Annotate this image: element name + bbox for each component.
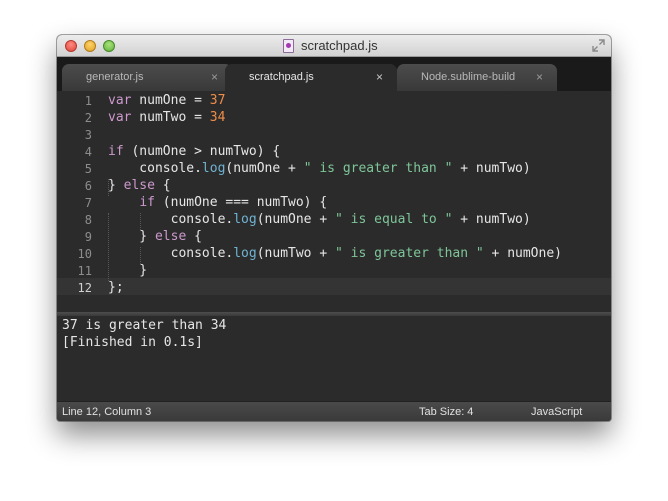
minimize-window-button[interactable] [84,40,96,52]
code-line: console.log(numTwo + " is greater than "… [108,246,562,261]
line-number-current: 12 [77,281,92,295]
tab-label: Node.sublime-build [421,71,516,83]
code-line: var numOne = 37 [108,93,226,108]
tab-close-icon[interactable]: × [536,70,543,84]
line-number: 4 [84,145,92,159]
code-line: if (numOne > numTwo) { [108,144,281,159]
fullscreen-icon[interactable] [592,39,605,52]
editor-window: scratchpad.js generator.js × Node.sublim… [57,35,611,421]
tab-size-selector[interactable]: Tab Size: 4 [419,406,473,418]
line-number: 5 [84,162,92,176]
code-line: var numTwo = 34 [108,110,226,125]
line-number: 6 [84,179,92,193]
line-number: 3 [84,128,92,142]
close-window-button[interactable] [65,40,77,52]
code-line: } [108,263,148,278]
line-number: 10 [77,247,92,261]
tab-label: generator.js [86,71,144,83]
code-line: if (numOne === numTwo) { [139,195,328,210]
code-line: console.log(numOne + " is equal to " + n… [108,212,531,227]
tab-bar: generator.js × Node.sublime-build × scra… [57,57,611,91]
code-line: }; [108,280,124,295]
zoom-window-button[interactable] [103,40,115,52]
code-line: } else { [108,178,171,193]
line-number: 1 [84,94,92,108]
current-line-highlight [57,278,611,295]
window-title: scratchpad.js [301,38,378,53]
title-bar: scratchpad.js [57,35,611,57]
code-line: } else { [108,229,202,244]
tab-close-icon[interactable]: × [376,70,383,84]
cursor-position: Line 12, Column 3 [62,406,152,418]
document-icon [283,39,294,53]
code-editor[interactable]: 1 2 3 4 5 6 7 8 9 10 11 12 var numOne = … [57,91,611,312]
output-line: 37 is greater than 34 [62,318,227,333]
syntax-selector[interactable]: JavaScript [531,406,582,418]
tab-close-icon[interactable]: × [211,70,218,84]
output-line: [Finished in 0.1s] [62,335,203,350]
code-line: console.log(numOne + " is greater than "… [108,161,531,176]
tab-label: scratchpad.js [249,71,314,83]
build-output-panel: 37 is greater than 34 [Finished in 0.1s] [57,316,611,400]
tab-node-sublime-build[interactable]: Node.sublime-build × [397,64,557,91]
status-bar: Line 12, Column 3 Tab Size: 4 JavaScript [57,401,611,421]
line-number: 11 [77,264,92,278]
line-number-gutter: 1 2 3 4 5 6 7 8 9 10 11 12 [57,91,100,312]
line-number: 7 [84,196,92,210]
line-number: 2 [84,111,92,125]
tab-generator-js[interactable]: generator.js × [62,64,232,91]
line-number: 9 [84,230,92,244]
line-number: 8 [84,213,92,227]
tab-scratchpad-js[interactable]: scratchpad.js × [225,64,397,91]
